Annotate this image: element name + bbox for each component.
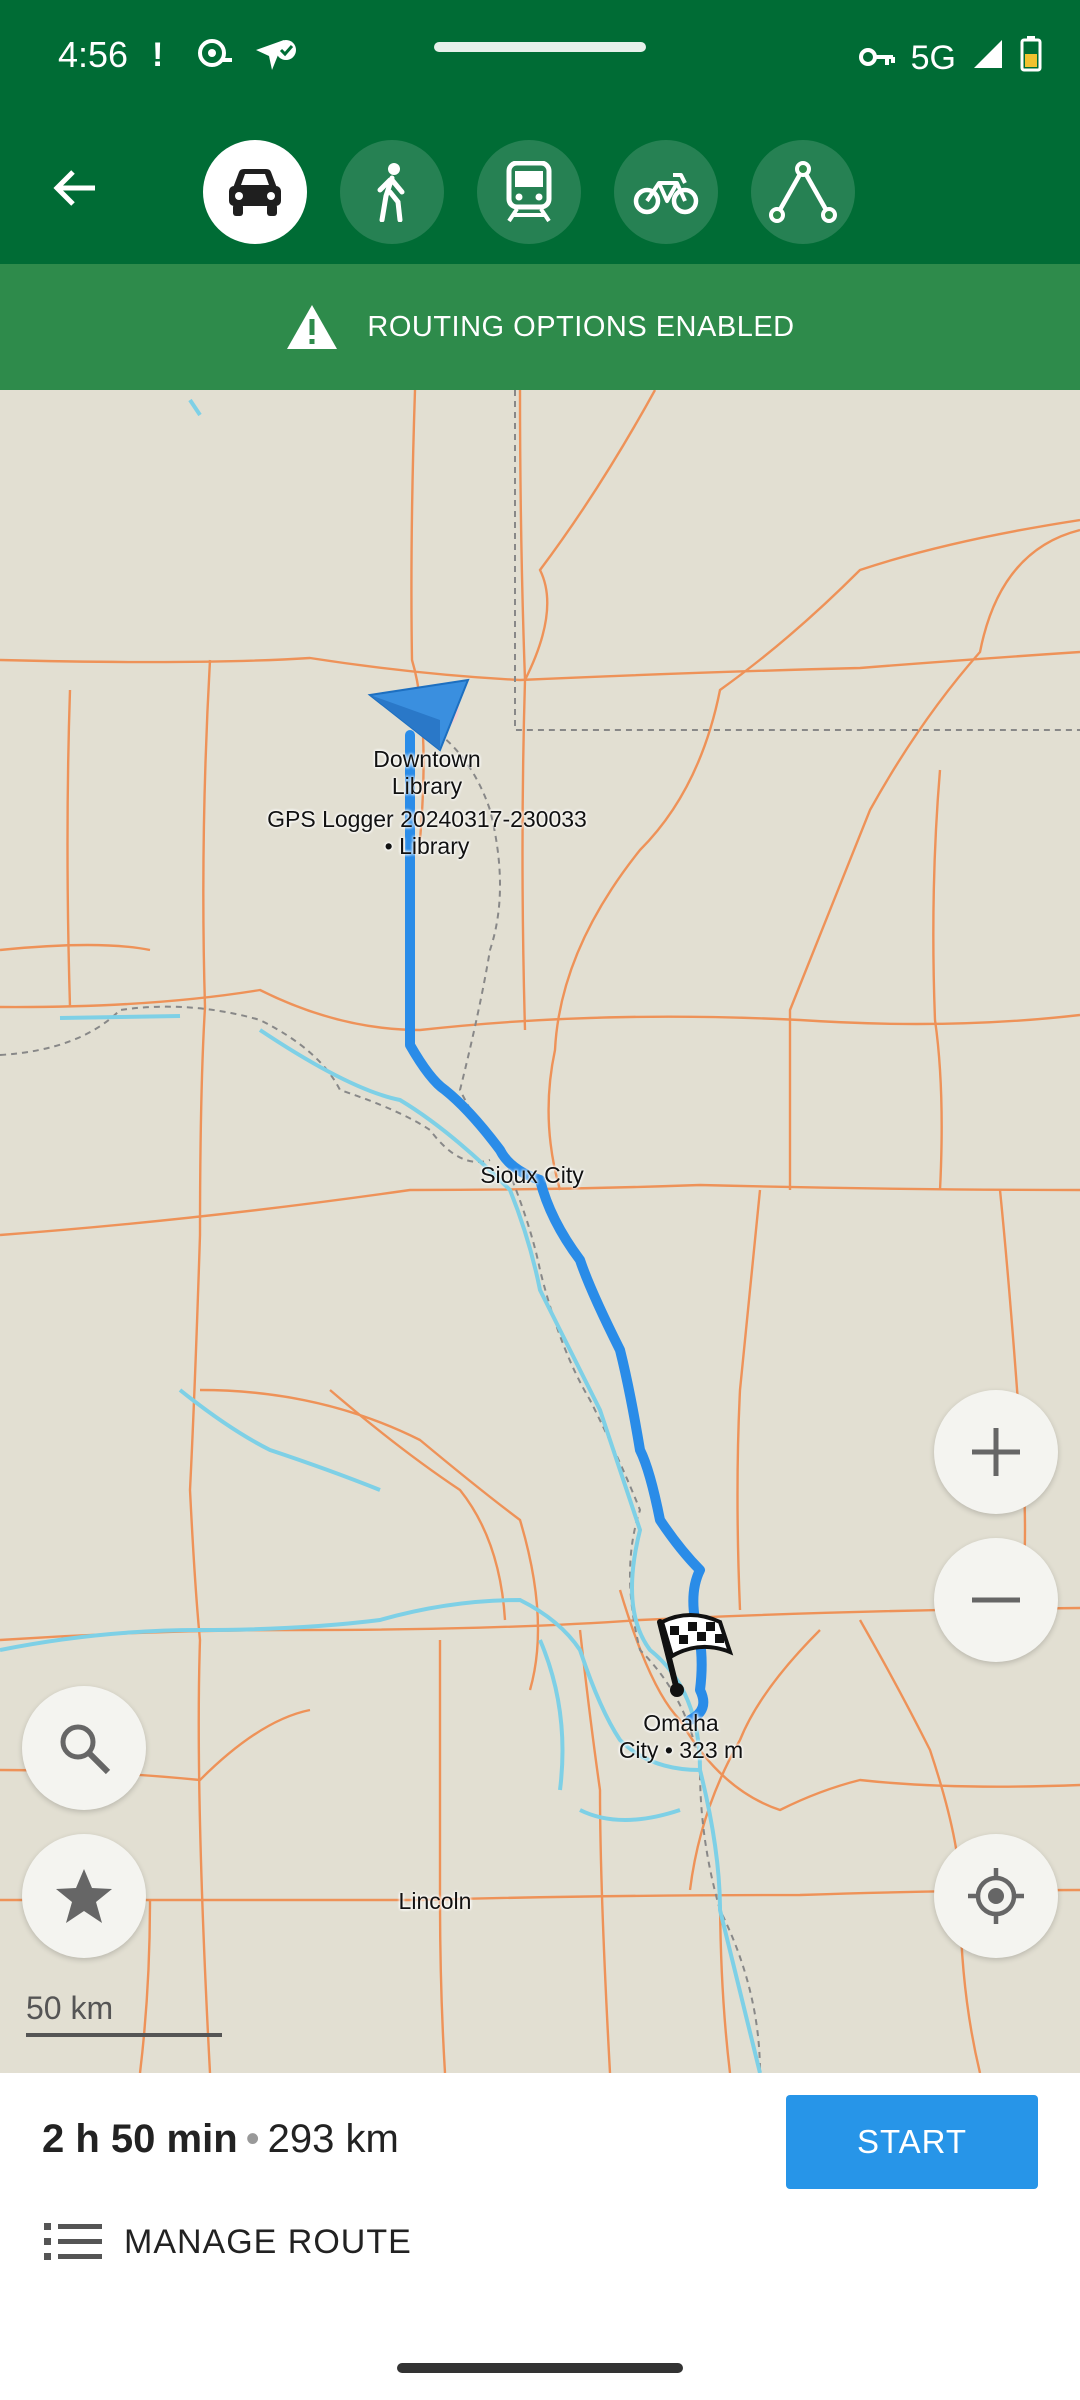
battery-icon xyxy=(1020,36,1042,81)
warning-icon xyxy=(287,305,338,349)
signal-icon xyxy=(972,38,1004,79)
map-view[interactable]: Downtown Library GPS Logger 20240317-230… xyxy=(0,390,1080,2073)
scale-label: 50 km xyxy=(26,1990,114,2026)
route-distance: 293 km xyxy=(267,2117,399,2161)
mode-transit-button[interactable] xyxy=(477,140,581,244)
search-button[interactable] xyxy=(22,1686,146,1810)
start-label: Downtown Library xyxy=(373,746,481,799)
search-icon xyxy=(60,1724,111,1775)
zoom-out-button[interactable] xyxy=(934,1538,1058,1662)
map-canvas xyxy=(0,390,1080,2073)
arrow-back-icon xyxy=(53,170,95,206)
route-line xyxy=(405,730,709,1725)
hotspot-icon xyxy=(196,36,234,79)
map-scale: 50 km xyxy=(26,1990,222,2037)
rivers xyxy=(0,398,762,2073)
start-detail-label: GPS Logger 20240317-230033 • Library xyxy=(267,806,587,859)
status-time: 4:56 xyxy=(58,34,129,75)
route-planner-icon xyxy=(769,161,837,223)
plus-icon xyxy=(972,1428,1020,1476)
train-icon xyxy=(506,161,552,223)
road-network xyxy=(0,390,1080,2073)
city-label-lincoln: Lincoln xyxy=(398,1888,472,1914)
route-bottom-sheet: 2 h 50 min • 293 km START MANAGE ROUTE xyxy=(0,2073,1080,2400)
current-location-arrow xyxy=(367,678,470,752)
mode-car-button[interactable] xyxy=(203,140,307,244)
mode-walk-button[interactable] xyxy=(340,140,444,244)
vpn-key-icon xyxy=(858,39,895,78)
alert-icon: ! xyxy=(152,36,164,74)
minus-icon xyxy=(972,1597,1020,1603)
mode-bike-button[interactable] xyxy=(614,140,718,244)
network-type: 5G xyxy=(910,39,956,77)
scale-bar xyxy=(26,2033,222,2037)
destination-flag-icon xyxy=(657,1613,734,1697)
crosshair-icon xyxy=(968,1868,1024,1924)
home-gesture-bar xyxy=(397,2363,683,2373)
location-check-icon xyxy=(254,36,298,83)
top-handle xyxy=(434,42,646,52)
start-button[interactable]: START xyxy=(786,2095,1038,2189)
favorites-button[interactable] xyxy=(22,1834,146,1958)
status-bar: 4:56 ! 5G xyxy=(0,0,1080,120)
city-label-sioux-city: Sioux City xyxy=(480,1162,584,1188)
car-icon xyxy=(229,169,281,216)
pedestrian-icon xyxy=(377,163,405,222)
destination-label: Omaha City • 323 m xyxy=(618,1710,744,1763)
banner-text: ROUTING OPTIONS ENABLED xyxy=(367,310,795,343)
manage-route-label: MANAGE ROUTE xyxy=(124,2222,412,2261)
route-summary: 2 h 50 min • 293 km xyxy=(42,2117,399,2162)
routing-options-banner[interactable]: ROUTING OPTIONS ENABLED xyxy=(0,264,1080,390)
zoom-in-button[interactable] xyxy=(934,1390,1058,1514)
mode-route-planner-button[interactable] xyxy=(751,140,855,244)
list-icon xyxy=(44,2223,102,2260)
manage-route-button[interactable]: MANAGE ROUTE xyxy=(44,2221,412,2263)
back-button[interactable] xyxy=(34,148,114,228)
star-icon xyxy=(56,1869,112,1923)
routing-mode-bar xyxy=(0,120,1080,264)
bicycle-icon xyxy=(633,173,699,215)
route-separator: • xyxy=(245,2117,260,2161)
my-location-button[interactable] xyxy=(934,1834,1058,1958)
route-duration: 2 h 50 min xyxy=(42,2117,238,2161)
